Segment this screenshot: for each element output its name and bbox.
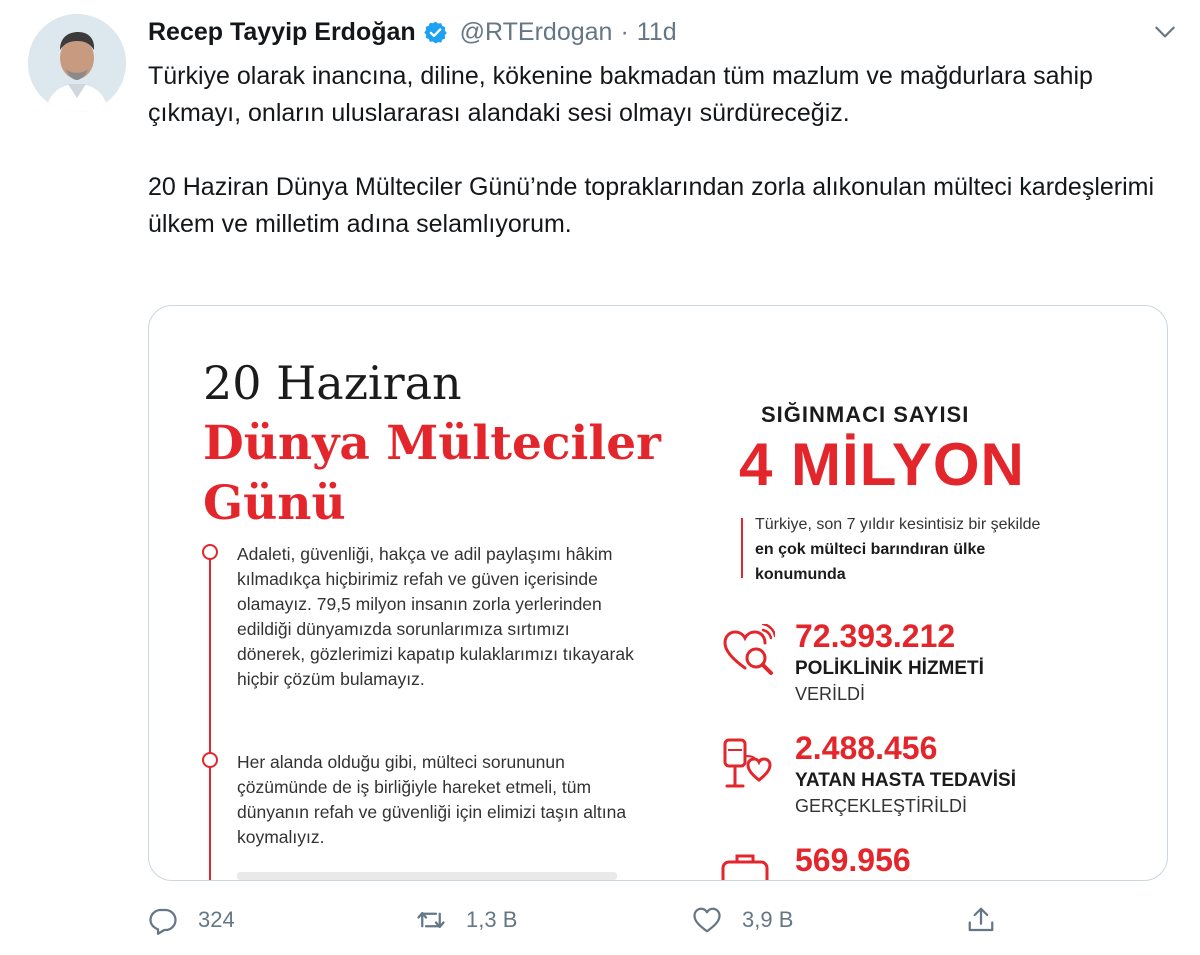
verified-badge-icon xyxy=(423,21,447,43)
stat-sublabel: VERİLDİ xyxy=(795,684,866,704)
author-name[interactable]: Recep Tayyip Erdoğan xyxy=(148,18,416,47)
retweet-button[interactable]: 1,3 B xyxy=(416,900,517,940)
stat-third: 569.956 xyxy=(719,842,1139,880)
infographic-paragraph-2: Her alanda olduğu gibi, mülteci sorununu… xyxy=(237,752,627,847)
iv-drip-icon xyxy=(723,738,772,788)
note-accent-line xyxy=(741,518,743,578)
stat-number: 72.393.212 xyxy=(795,618,956,654)
tweet-text: Türkiye olarak inancına, diline, kökenin… xyxy=(148,58,1158,243)
refugee-note: Türkiye, son 7 yıldır kesintisiz bir şek… xyxy=(755,512,1055,587)
tweet-header: Recep Tayyip Erdoğan @RTErdogan · 11d xyxy=(148,14,677,50)
stat-number: 569.956 xyxy=(795,842,911,878)
share-icon xyxy=(968,907,994,932)
retweet-icon xyxy=(417,912,445,928)
infographic-paragraph-1: Adaleti, güvenliği, hakça ve adil paylaş… xyxy=(237,544,634,689)
like-count: 3,9 B xyxy=(742,907,794,932)
tweet-timestamp[interactable]: 11d xyxy=(637,18,677,47)
heart-icon xyxy=(693,907,721,933)
timeline-dot xyxy=(202,544,218,560)
stat-inpatient: 2.488.456 YATAN HASTA TEDAVİSİ GERÇEKLEŞ… xyxy=(719,730,1139,826)
timeline-line xyxy=(209,548,211,880)
heart-search-icon xyxy=(723,624,775,675)
stat-polyclinic: 72.393.212 POLİKLİNİK HİZMETİ VERİLDİ xyxy=(719,618,1139,714)
infographic-title-date: 20 Haziran xyxy=(203,356,462,410)
chevron-down-icon[interactable] xyxy=(1152,19,1178,45)
reply-count: 324 xyxy=(198,907,235,932)
tweet-paragraph-1: Türkiye olarak inancına, diline, kökenin… xyxy=(148,62,1093,127)
avatar[interactable] xyxy=(28,14,126,112)
tweet-paragraph-2: 20 Haziran Dünya Mülteciler Günü’nde top… xyxy=(148,173,1155,238)
medical-bag-icon xyxy=(721,854,769,880)
author-handle[interactable]: @RTErdogan xyxy=(460,18,613,47)
share-button[interactable] xyxy=(966,900,996,940)
tweet-media-image[interactable]: 20 Haziran Dünya Mülteciler Günü Adaleti… xyxy=(148,305,1168,881)
reply-icon xyxy=(149,908,177,935)
stat-label: YATAN HASTA TEDAVİSİ xyxy=(795,770,1016,791)
stat-sublabel: GERÇEKLEŞTİRİLDİ xyxy=(795,796,968,816)
refugee-count-value: 4 MİLYON xyxy=(739,431,1025,498)
refugee-count-label: SIĞINMACI SAYISI xyxy=(761,402,970,427)
profile-photo xyxy=(28,14,126,112)
refugee-note-bold: en çok mülteci barındıran ülke konumunda xyxy=(755,541,986,583)
like-button[interactable]: 3,9 B xyxy=(692,900,793,940)
infographic-title-event: Dünya Mülteciler Günü xyxy=(203,416,661,531)
retweet-count: 1,3 B xyxy=(466,907,518,932)
tweet-actions: 324 1,3 B 3,9 B xyxy=(148,900,1158,940)
refugee-note-text: Türkiye, son 7 yıldır kesintisiz bir şek… xyxy=(755,516,1041,533)
stat-label: POLİKLİNİK HİZMETİ xyxy=(795,658,984,679)
timeline-dot xyxy=(202,752,218,768)
stat-number: 2.488.456 xyxy=(795,730,938,766)
header-separator: · xyxy=(620,17,629,46)
faded-text xyxy=(237,872,617,880)
reply-button[interactable]: 324 xyxy=(148,900,235,940)
